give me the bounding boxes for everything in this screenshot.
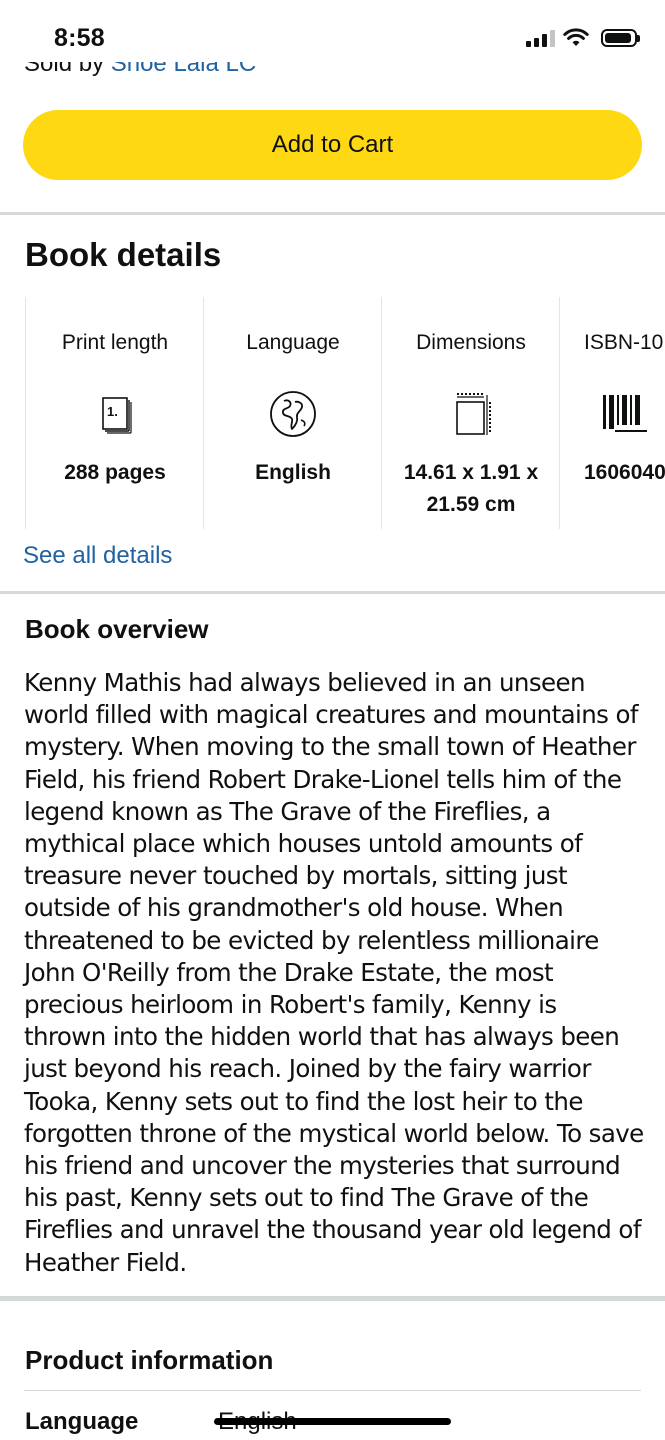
globe-icon (270, 391, 316, 437)
detail-label: Dimensions (416, 331, 526, 354)
detail-label: Print length (61, 331, 169, 354)
book-overview-title: Book overview (25, 614, 209, 644)
status-bar: 8:58 (0, 0, 665, 62)
status-time: 8:58 (54, 24, 105, 52)
detail-label: ISBN-10 (584, 331, 664, 354)
book-details-title: Book details (25, 236, 222, 273)
home-indicator[interactable] (214, 1418, 451, 1425)
product-information-title: Product information (25, 1345, 274, 1375)
section-divider (0, 212, 665, 215)
detail-label: Language (246, 331, 340, 354)
detail-card-dimensions[interactable]: Dimensions 14.61 x 1.91 x 21.59 cm (381, 297, 560, 529)
detail-card-isbn[interactable]: ISBN-10 1606040 (559, 297, 665, 529)
book-details-carousel[interactable]: Print length 1. 288 pages Language Engli… (25, 297, 665, 529)
barcode-icon (603, 395, 647, 432)
battery-icon (601, 29, 640, 47)
section-divider (0, 1296, 665, 1301)
section-divider (0, 591, 665, 594)
page-stack-icon: 1. (102, 397, 132, 434)
status-icons (526, 28, 640, 48)
svg-text:1.: 1. (107, 404, 118, 419)
detail-value: 1606040 (584, 461, 665, 484)
product-info-key: Language (25, 1408, 139, 1435)
cellular-signal-icon (526, 29, 555, 47)
dimensions-icon (456, 393, 491, 435)
book-overview-text: Kenny Mathis had always believed in an u… (24, 668, 644, 1277)
wifi-icon (563, 28, 589, 46)
add-to-cart-button[interactable]: Add to Cart (23, 110, 642, 180)
detail-value: 14.61 x 1.91 x 21.59 cm (403, 461, 539, 516)
detail-value: 288 pages (64, 461, 166, 484)
product-info-divider (24, 1390, 641, 1391)
detail-card-print-length[interactable]: Print length 1. 288 pages (25, 297, 204, 529)
detail-value: English (255, 461, 331, 484)
detail-card-language[interactable]: Language English (203, 297, 382, 529)
see-all-details-link[interactable]: See all details (23, 542, 172, 570)
